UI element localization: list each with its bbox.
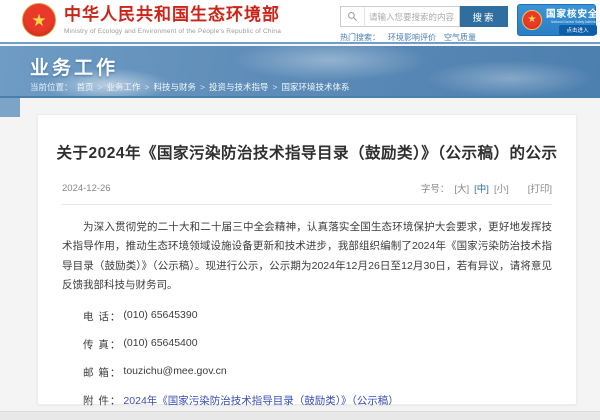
fax-value: (010) 65645400 bbox=[123, 337, 197, 352]
search-button[interactable]: 搜索 bbox=[460, 6, 508, 27]
fax-label: 传 真： bbox=[83, 337, 121, 352]
site-header: ★ 中华人民共和国生态环境部 Ministry of Ecology and E… bbox=[0, 0, 600, 44]
print-button[interactable]: [打印] bbox=[528, 181, 552, 195]
breadcrumb-item-home[interactable]: 首页 bbox=[77, 81, 94, 93]
breadcrumb: 当前位置： 首页 > 业务工作 > 科技与财务 > 投资与技术指导 > 国家环境… bbox=[30, 81, 349, 93]
section-title: 业务工作 bbox=[30, 53, 118, 80]
breadcrumb-separator: > bbox=[272, 82, 277, 92]
contact-row-attachment: 附 件： 2024年《国家污染防治技术指导目录（鼓励类）》（公示稿） bbox=[62, 393, 552, 408]
article-meta-row: 2024-12-26 字号： [大] [中] [小] [打印] bbox=[62, 181, 552, 205]
contact-row-email: 邮 箱： touzichu@mee.gov.cn bbox=[62, 365, 552, 380]
contact-list: 电 话： (010) 65645390 传 真： (010) 65645400 … bbox=[62, 309, 552, 408]
breadcrumb-label: 当前位置： bbox=[30, 81, 73, 93]
nnsa-enter-button[interactable]: 点击进入 bbox=[559, 25, 597, 35]
email-label: 邮 箱： bbox=[83, 365, 121, 380]
contact-row-fax: 传 真： (010) 65645400 bbox=[62, 337, 552, 352]
hot-search-link-eia[interactable]: 环境影响评价 bbox=[388, 32, 436, 43]
site-title-english: Ministry of Ecology and Environment of t… bbox=[64, 28, 281, 35]
hot-search-label: 热门搜索： bbox=[340, 32, 380, 43]
email-value: touzichu@mee.gov.cn bbox=[123, 365, 226, 380]
nnsa-subtitle: National Nuclear Safety Administration bbox=[551, 20, 600, 24]
breadcrumb-item-investment-guidance[interactable]: 投资与技术指导 bbox=[209, 81, 269, 93]
article-card: 关于2024年《国家污染防治技术指导目录（鼓励类）》（公示稿）的公示 2024-… bbox=[37, 114, 577, 405]
phone-value: (010) 65645390 bbox=[123, 309, 197, 324]
publish-date: 2024-12-26 bbox=[62, 183, 111, 194]
hot-search-link-air-quality[interactable]: 空气质量 bbox=[444, 32, 476, 43]
site-title: 中华人民共和国生态环境部 bbox=[64, 5, 281, 25]
nnsa-banner-link[interactable]: ★ 国家核安全局 National Nuclear Safety Adminis… bbox=[517, 4, 596, 36]
national-emblem-icon: ★ bbox=[22, 3, 56, 37]
article-title: 关于2024年《国家污染防治技术指导目录（鼓励类）》（公示稿）的公示 bbox=[38, 141, 576, 163]
footer-strip bbox=[0, 411, 600, 420]
font-size-small-button[interactable]: [小] bbox=[494, 181, 509, 195]
attachment-link[interactable]: 2024年《国家污染防治技术指导目录（鼓励类）》（公示稿） bbox=[123, 393, 398, 408]
banner-left-decoration bbox=[0, 98, 20, 117]
font-size-label: 字号： bbox=[421, 181, 450, 195]
font-size-medium-button[interactable]: [中] bbox=[474, 181, 489, 195]
breadcrumb-item-business[interactable]: 业务工作 bbox=[107, 81, 141, 93]
breadcrumb-item-tech-system[interactable]: 国家环境技术体系 bbox=[281, 81, 349, 93]
search-area: 搜索 热门搜索： 环境影响评价 空气质量 bbox=[340, 6, 508, 43]
nnsa-title: 国家核安全局 bbox=[546, 6, 600, 20]
article-paragraph: 为深入贯彻党的二十大和二十届三中全会精神，认真落实全国生态环境保护大会要求，更好… bbox=[62, 218, 552, 296]
phone-label: 电 话： bbox=[83, 309, 121, 324]
site-logo[interactable]: ★ 中华人民共和国生态环境部 Ministry of Ecology and E… bbox=[22, 3, 281, 37]
attachment-label: 附 件： bbox=[83, 393, 121, 408]
section-banner: 业务工作 当前位置： 首页 > 业务工作 > 科技与财务 > 投资与技术指导 >… bbox=[0, 46, 600, 98]
breadcrumb-separator: > bbox=[145, 82, 150, 92]
nnsa-emblem-icon: ★ bbox=[522, 10, 542, 30]
font-size-large-button[interactable]: [大] bbox=[454, 181, 469, 195]
breadcrumb-item-tech-finance[interactable]: 科技与财务 bbox=[153, 81, 196, 93]
breadcrumb-separator: > bbox=[98, 82, 103, 92]
breadcrumb-separator: > bbox=[200, 82, 205, 92]
search-icon bbox=[340, 6, 364, 27]
contact-row-phone: 电 话： (010) 65645390 bbox=[62, 309, 552, 324]
search-input[interactable] bbox=[364, 6, 460, 27]
